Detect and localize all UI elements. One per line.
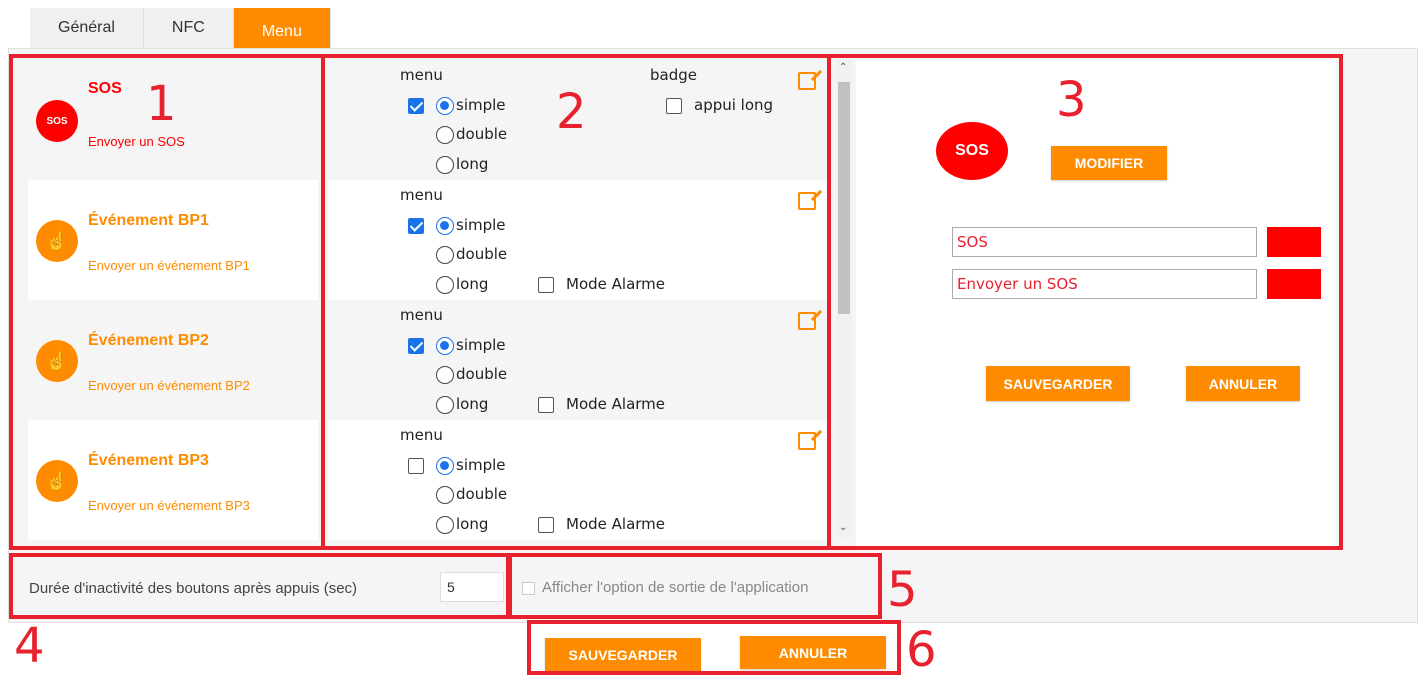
- annotation-box-5: [508, 553, 882, 619]
- annotation-number-4: 4: [14, 618, 45, 674]
- annotation-box-3: [827, 54, 1343, 550]
- annotation-number-1: 1: [146, 76, 177, 132]
- annotation-number-3: 3: [1056, 72, 1087, 128]
- annotation-number-5: 5: [887, 562, 918, 618]
- tab-bar: Général NFC Menu: [30, 8, 331, 48]
- annotation-box-4: [9, 553, 510, 619]
- tab-nfc[interactable]: NFC: [143, 8, 234, 48]
- tab-menu[interactable]: Menu: [233, 8, 331, 48]
- annotation-number-6: 6: [906, 622, 937, 678]
- annotation-number-2: 2: [556, 84, 587, 140]
- annotation-box-6: [527, 620, 901, 675]
- tab-general[interactable]: Général: [30, 8, 144, 48]
